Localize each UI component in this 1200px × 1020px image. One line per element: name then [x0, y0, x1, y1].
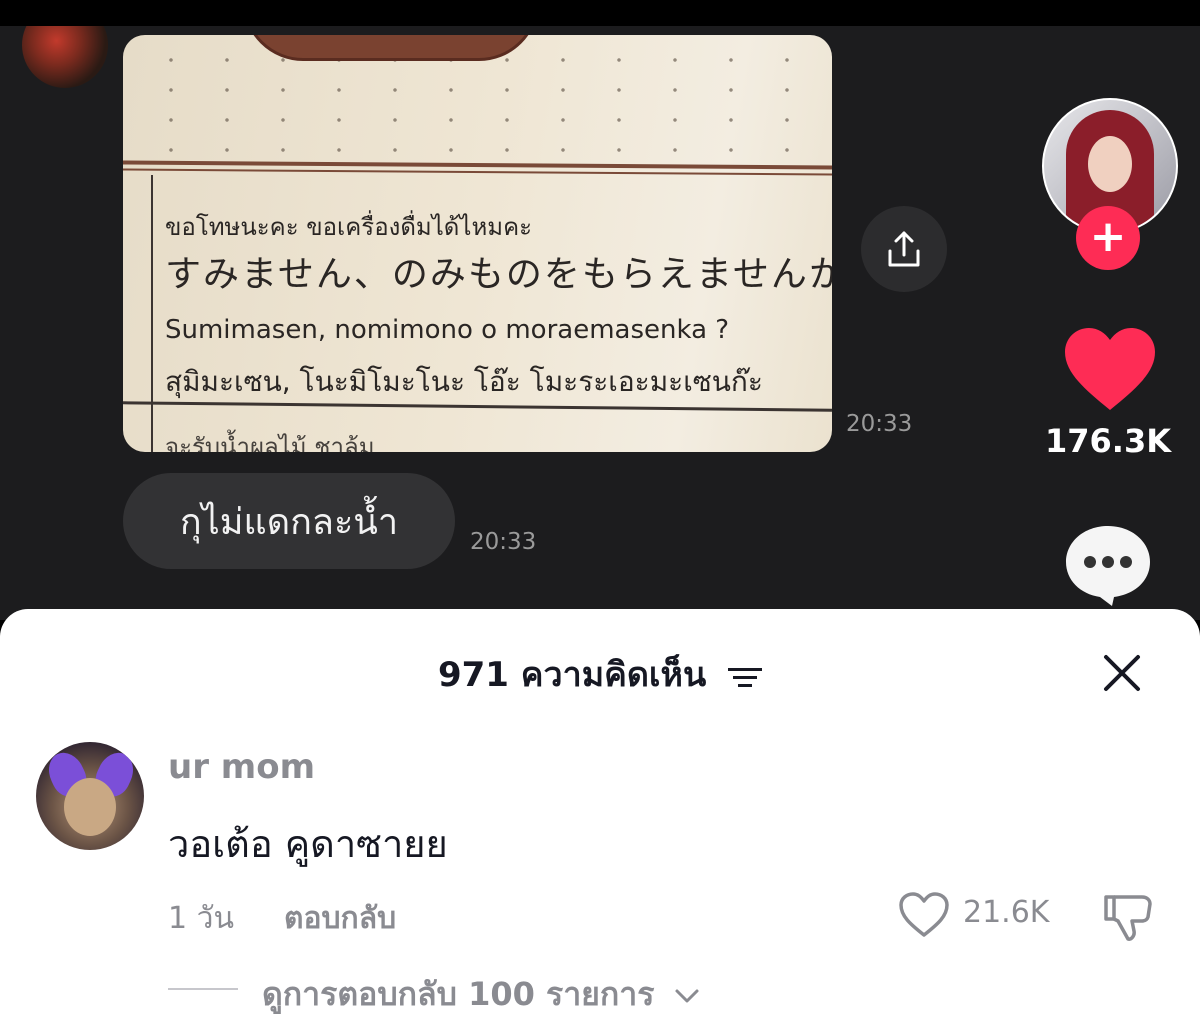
comment-text: วอเต้อ คูดาซายย	[168, 822, 448, 866]
comment-icon[interactable]	[1062, 522, 1154, 608]
photo-japanese-text: すみません、のみものをもらえませんか	[165, 254, 832, 295]
view-replies-label: ดูการตอบกลับ 100 รายการ	[262, 975, 655, 1013]
photo-message[interactable]: ขอโทษนะคะ ขอเครื่องดื่มได้ไหมคะ すみません、のみ…	[123, 35, 832, 452]
heart-outline-icon[interactable]	[898, 891, 950, 939]
status-bar	[0, 0, 1200, 26]
chevron-down-icon	[675, 989, 699, 1003]
thumbs-down-icon[interactable]	[1100, 889, 1156, 943]
sender-avatar[interactable]	[22, 26, 108, 88]
share-button[interactable]	[861, 206, 947, 292]
close-icon[interactable]	[1098, 649, 1146, 697]
comments-count-title: 971 ความคิดเห็น	[437, 655, 707, 695]
comment-username[interactable]: ur mom	[168, 747, 315, 787]
photo-romaji-text: Sumimasen, nomimono o moraemasenka ?	[165, 315, 730, 345]
photo-header-shape	[243, 35, 539, 61]
comment-like-count: 21.6K	[963, 895, 1050, 930]
video-player[interactable]: ขอโทษนะคะ ขอเครื่องดื่มได้ไหมคะ すみません、のみ…	[0, 26, 1200, 620]
plus-icon: +	[1089, 211, 1127, 262]
comments-sheet: 971 ความคิดเห็น ur mom วอเต้อ คูดาซายย 1…	[0, 609, 1200, 1020]
comments-header: 971 ความคิดเห็น	[0, 647, 1200, 701]
replies-divider	[168, 988, 238, 990]
follow-button[interactable]: +	[1076, 206, 1140, 270]
photo-divider	[151, 175, 153, 452]
message-timestamp: 20:33	[846, 411, 913, 437]
sort-icon[interactable]	[728, 666, 763, 688]
comment-age: 1 วัน	[168, 901, 234, 936]
message-timestamp: 20:33	[470, 529, 537, 555]
heart-icon[interactable]	[1063, 326, 1157, 412]
reply-button[interactable]: ตอบกลับ	[284, 895, 396, 942]
like-count: 176.3K	[1044, 422, 1171, 460]
photo-cut-line: จะรับน้ำผลไม้ ชาล้ม	[165, 433, 375, 452]
commenter-avatar[interactable]	[36, 742, 144, 850]
text-message[interactable]: กุไม่แดกละน้ำ	[123, 473, 455, 569]
view-replies-button[interactable]: ดูการตอบกลับ 100 รายการ	[262, 969, 700, 1020]
photo-thai-reading: สุมิมะเซน, โนะมิโมะโนะ โอ๊ะ โมะระเอะมะเซ…	[165, 365, 763, 398]
avatar-face	[64, 778, 116, 836]
photo-thai-title: ขอโทษนะคะ ขอเครื่องดื่มได้ไหมคะ	[165, 213, 533, 241]
avatar-face	[1088, 136, 1132, 192]
share-icon	[888, 231, 920, 267]
